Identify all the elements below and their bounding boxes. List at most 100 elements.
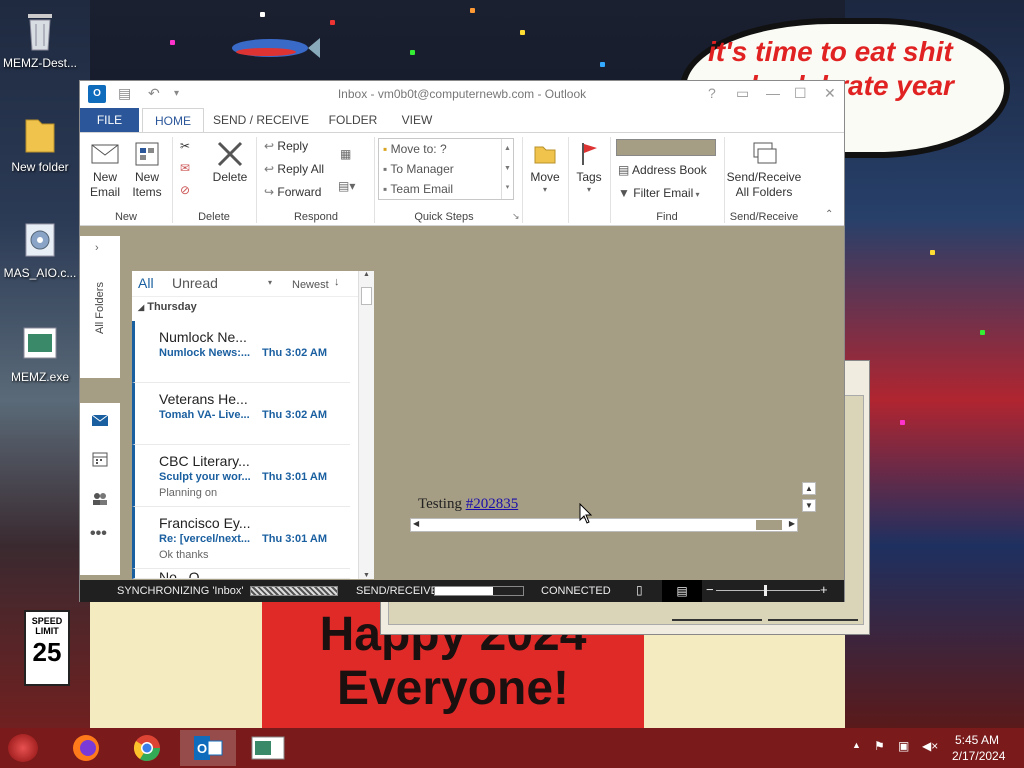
reply-all-button[interactable]: ↩ Reply All bbox=[264, 162, 324, 176]
message-list-scrollbar[interactable]: ▲ ▼ bbox=[358, 271, 374, 579]
desktop-icon-mas-aio[interactable]: MAS_AIO.c... bbox=[0, 218, 80, 280]
sort-arrow-icon[interactable]: ↓ bbox=[334, 276, 340, 288]
group-separator bbox=[522, 137, 523, 223]
message-item[interactable]: Numlock Ne... Numlock News:... Thu 3:02 … bbox=[132, 321, 350, 383]
reply-button[interactable]: ↩ Reply bbox=[264, 139, 308, 153]
desktop-icon-memz[interactable]: MEMZ.exe bbox=[0, 322, 80, 384]
address-book-button[interactable]: ▤ Address Book bbox=[618, 163, 707, 177]
date-group-label: Thursday bbox=[147, 301, 197, 313]
start-button-icon[interactable] bbox=[8, 734, 38, 762]
tab-folder[interactable]: FOLDER bbox=[320, 108, 386, 132]
reply-icon: ↩ bbox=[264, 139, 275, 153]
forward-icon: ↪ bbox=[264, 185, 275, 199]
quick-step-label: Team Email bbox=[390, 182, 454, 196]
message-item[interactable]: No...O... bbox=[132, 569, 350, 579]
zoom-out-icon[interactable]: − bbox=[706, 582, 714, 597]
dialog-launcher-icon[interactable]: ↘ bbox=[512, 211, 520, 222]
quick-steps-scroller[interactable]: ▲ ▼ ▾ bbox=[501, 139, 513, 199]
volume-muted-icon[interactable]: ◀× bbox=[922, 739, 938, 753]
scroll-down-icon[interactable]: ▼ bbox=[802, 499, 816, 512]
tab-file[interactable]: FILE bbox=[80, 108, 139, 132]
mail-icon[interactable] bbox=[91, 411, 109, 429]
date-group-header[interactable]: ◢ Thursday bbox=[138, 301, 197, 313]
reading-view-icon[interactable]: ▤ bbox=[662, 580, 702, 602]
clock-date[interactable]: 2/17/2024 bbox=[952, 749, 1005, 763]
gallery-more-icon[interactable]: ▾ bbox=[502, 179, 513, 197]
minimize-icon[interactable]: — bbox=[766, 85, 780, 101]
maximize-icon[interactable]: ☐ bbox=[794, 85, 807, 102]
desktop-icon-recycle-bin[interactable]: MEMZ-Dest... bbox=[0, 8, 80, 70]
background-window-button bbox=[672, 605, 762, 621]
calendar-icon[interactable] bbox=[91, 450, 109, 468]
normal-view-icon[interactable]: ▯ bbox=[636, 583, 643, 597]
taskbar-outlook[interactable]: O bbox=[180, 730, 236, 766]
message-item[interactable]: Francisco Ey... Re: [vercel/next... Thu … bbox=[132, 507, 350, 569]
new-items-button[interactable]: New Items bbox=[126, 139, 168, 200]
taskbar-firefox[interactable] bbox=[58, 730, 114, 766]
scroll-down-icon[interactable]: ▼ bbox=[502, 159, 513, 179]
scroll-down-icon[interactable]: ▼ bbox=[359, 572, 374, 579]
zoom-slider-thumb[interactable] bbox=[764, 585, 767, 596]
message-item[interactable]: CBC Literary... Sculpt your wor... Thu 3… bbox=[132, 445, 350, 507]
tab-home[interactable]: HOME bbox=[142, 108, 204, 132]
search-people-input[interactable] bbox=[616, 139, 716, 156]
scrollbar-thumb[interactable] bbox=[361, 287, 372, 305]
send-receive-all-button[interactable]: Send/Receive All Folders bbox=[726, 139, 802, 200]
people-icon[interactable] bbox=[91, 489, 109, 507]
filter-unread-tab[interactable]: Unread bbox=[172, 275, 218, 291]
tab-send-receive[interactable]: SEND / RECEIVE bbox=[210, 108, 312, 132]
new-email-icon bbox=[91, 144, 119, 164]
clock-time[interactable]: 5:45 AM bbox=[955, 733, 999, 747]
message-sender: CBC Literary... bbox=[159, 453, 250, 469]
delete-button[interactable]: Delete bbox=[210, 139, 250, 185]
taskbar-chrome[interactable] bbox=[119, 730, 175, 766]
zoom-slider-track[interactable] bbox=[716, 590, 820, 591]
desktop-icon-new-folder[interactable]: New folder bbox=[0, 112, 80, 174]
tags-button[interactable]: Tags ▾ bbox=[572, 139, 606, 194]
message-time: Thu 3:02 AM bbox=[259, 347, 327, 359]
reading-pane-hscrollbar[interactable]: ◀ ▶ bbox=[410, 518, 798, 532]
folder-pane-collapsed[interactable]: › All Folders bbox=[80, 236, 120, 378]
filter-email-button[interactable]: ▼ Filter Email ▾ bbox=[618, 186, 700, 200]
more-apps-icon[interactable]: ••• bbox=[90, 525, 107, 543]
forward-button[interactable]: ↪ Forward bbox=[264, 185, 321, 199]
scroll-up-icon[interactable]: ▲ bbox=[359, 271, 374, 278]
outlook-window: O ▤ ↶ ▾ Inbox - vm0b0t@computernewb.com … bbox=[79, 80, 845, 602]
quick-step-team-email[interactable]: ▪ Team Email bbox=[383, 182, 453, 196]
filter-dropdown-icon[interactable]: ▾ bbox=[268, 278, 272, 287]
quick-step-move-to[interactable]: ▪ Move to: ? bbox=[383, 142, 447, 156]
show-hidden-icons[interactable]: ▲ bbox=[852, 740, 861, 750]
help-icon[interactable]: ? bbox=[708, 85, 716, 101]
more-respond-icon[interactable]: ▤▾ bbox=[338, 179, 355, 193]
reading-pane-text: Testing bbox=[418, 496, 466, 512]
collapse-ribbon-icon[interactable]: ⌃ bbox=[825, 209, 833, 220]
expand-folder-pane-icon[interactable]: › bbox=[95, 242, 99, 254]
reading-pane-link[interactable]: #202835 bbox=[466, 496, 519, 512]
sync-status: SYNCHRONIZING 'Inbox' bbox=[117, 585, 244, 597]
action-center-icon[interactable]: ⚑ bbox=[874, 739, 885, 753]
clean-up-icon[interactable]: ✉ bbox=[180, 161, 190, 175]
message-subject: Re: [vercel/next... bbox=[159, 533, 251, 545]
move-button[interactable]: Move ▾ bbox=[528, 139, 562, 194]
quick-step-to-manager[interactable]: ▪ To Manager bbox=[383, 162, 454, 176]
new-email-button[interactable]: New Email bbox=[86, 139, 124, 200]
scrollbar-thumb[interactable] bbox=[756, 520, 782, 530]
scroll-up-icon[interactable]: ▲ bbox=[802, 482, 816, 495]
network-icon[interactable]: ▣ bbox=[898, 739, 909, 753]
scroll-left-icon[interactable]: ◀ bbox=[413, 519, 419, 528]
zoom-in-icon[interactable]: + bbox=[820, 582, 828, 597]
group-label-respond: Respond bbox=[293, 211, 339, 223]
junk-icon[interactable]: ⊘ bbox=[180, 183, 190, 197]
message-item[interactable]: Veterans He... Tomah VA- Live... Thu 3:0… bbox=[132, 383, 350, 445]
meeting-icon[interactable]: ▦ bbox=[340, 147, 351, 161]
scroll-up-icon[interactable]: ▲ bbox=[502, 139, 513, 159]
taskbar-memz[interactable] bbox=[240, 730, 296, 766]
sort-order[interactable]: Newest bbox=[292, 279, 329, 291]
ignore-icon[interactable]: ✂ bbox=[180, 139, 190, 153]
ribbon-display-icon[interactable]: ▭ bbox=[736, 85, 749, 102]
scroll-right-icon[interactable]: ▶ bbox=[789, 519, 795, 528]
tab-view[interactable]: VIEW bbox=[392, 108, 442, 132]
filter-all-tab[interactable]: All bbox=[138, 275, 154, 291]
close-icon[interactable]: ✕ bbox=[824, 85, 836, 102]
message-time: Thu 3:01 AM bbox=[259, 533, 327, 545]
